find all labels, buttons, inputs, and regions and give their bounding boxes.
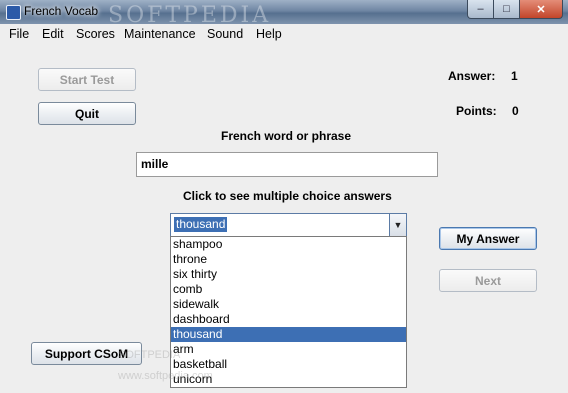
dropdown-option[interactable]: six thirty	[171, 267, 406, 282]
quit-button[interactable]: Quit	[38, 102, 136, 125]
answer-combobox[interactable]: thousand ▼	[170, 213, 407, 237]
app-window: SOFTPEDIA French Vocab – □ ✕ File Edit S…	[0, 0, 568, 393]
french-word-heading: French word or phrase	[221, 129, 352, 143]
minimize-button[interactable]: –	[467, 0, 494, 19]
dropdown-option[interactable]: sidewalk	[171, 297, 406, 312]
dropdown-option[interactable]: comb	[171, 282, 406, 297]
my-answer-button[interactable]: My Answer	[439, 227, 537, 250]
maximize-button[interactable]: □	[494, 0, 520, 19]
menu-edit[interactable]: Edit	[42, 27, 64, 41]
dropdown-option[interactable]: dashboard	[171, 312, 406, 327]
answer-label: Answer:	[448, 69, 496, 83]
menu-sound[interactable]: Sound	[207, 27, 243, 41]
next-button[interactable]: Next	[439, 269, 537, 292]
chevron-down-icon[interactable]: ▼	[389, 214, 406, 236]
menu-bar: File Edit Scores Maintenance Sound Help	[0, 24, 568, 45]
window-title: French Vocab	[24, 4, 99, 18]
points-value: 0	[512, 104, 519, 118]
menu-file[interactable]: File	[9, 27, 29, 41]
close-button[interactable]: ✕	[520, 0, 563, 19]
start-test-button[interactable]: Start Test	[38, 68, 136, 91]
softpedia-url-watermark: www.softpedia.com	[118, 370, 213, 382]
softpedia-watermark-small: SOFTPEDIA	[118, 349, 181, 361]
window-controls: – □ ✕	[467, 0, 563, 19]
menu-help[interactable]: Help	[256, 27, 282, 41]
dropdown-option[interactable]: shampoo	[171, 237, 406, 252]
menu-maintenance[interactable]: Maintenance	[124, 27, 196, 41]
dropdown-option[interactable]: throne	[171, 252, 406, 267]
dropdown-option-selected[interactable]: thousand	[171, 327, 406, 342]
dropdown-option[interactable]: arm	[171, 342, 406, 357]
answer-dropdown-list: shampoo throne six thirty comb sidewalk …	[170, 236, 407, 388]
points-label: Points:	[456, 104, 497, 118]
multiple-choice-heading: Click to see multiple choice answers	[183, 189, 392, 203]
combo-selected-value: thousand	[174, 217, 228, 232]
title-bar[interactable]: SOFTPEDIA French Vocab – □ ✕	[0, 0, 568, 28]
french-word-field[interactable]: mille	[136, 152, 438, 177]
menu-scores[interactable]: Scores	[76, 27, 115, 41]
answer-value: 1	[511, 69, 518, 83]
app-icon	[6, 5, 21, 20]
